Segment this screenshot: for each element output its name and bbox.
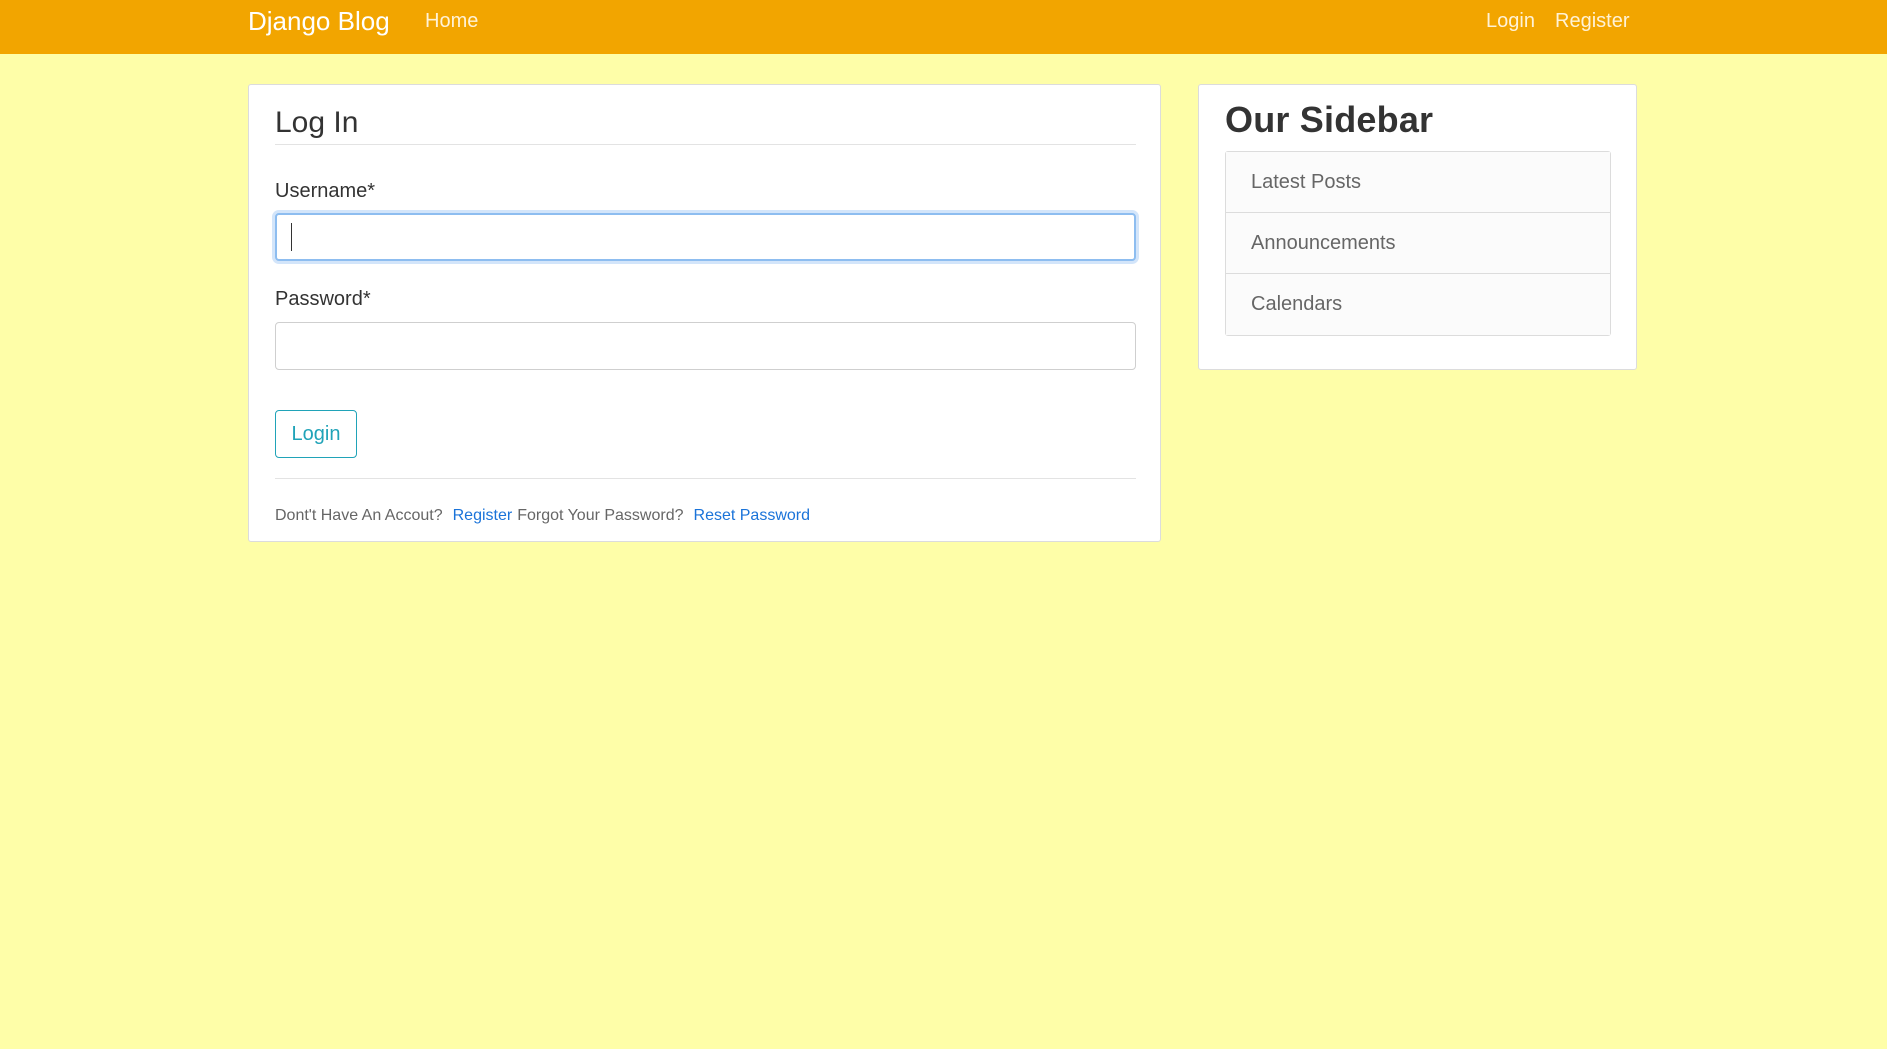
sidebar-item-announcements[interactable]: Announcements [1226, 213, 1610, 274]
sidebar-list: Latest Posts Announcements Calendars [1225, 151, 1611, 336]
login-title: Log In [275, 106, 359, 139]
sidebar-item-calendars[interactable]: Calendars [1226, 274, 1610, 335]
nav-home-link[interactable]: Home [425, 9, 478, 33]
no-account-text: Dont't Have An Accout? [275, 507, 443, 524]
forgot-password-text: Forgot Your Password? [517, 507, 684, 524]
login-submit-button[interactable]: Login [275, 410, 357, 458]
nav-register-link[interactable]: Register [1555, 9, 1629, 33]
username-label: Username* [275, 180, 376, 202]
username-input[interactable] [275, 213, 1136, 261]
register-link[interactable]: Register [453, 507, 513, 524]
top-navbar: Django Blog Home Login Register [0, 0, 1887, 54]
password-label: Password* [275, 288, 371, 310]
text-cursor [291, 223, 292, 251]
sidebar-item-latest-posts[interactable]: Latest Posts [1226, 152, 1610, 213]
brand-link[interactable]: Django Blog [248, 6, 390, 36]
footer-divider [275, 478, 1136, 479]
nav-login-link[interactable]: Login [1486, 9, 1535, 33]
login-card: Log In Username* Password* Login Dont't … [248, 84, 1161, 542]
reset-password-link[interactable]: Reset Password [694, 507, 811, 524]
title-divider [275, 144, 1136, 145]
login-footer: Dont't Have An Accout? Register Forgot You… [275, 506, 810, 526]
sidebar-title: Our Sidebar [1225, 99, 1434, 140]
password-input[interactable] [275, 322, 1136, 370]
sidebar-card: Our Sidebar Latest Posts Announcements C… [1198, 84, 1637, 370]
